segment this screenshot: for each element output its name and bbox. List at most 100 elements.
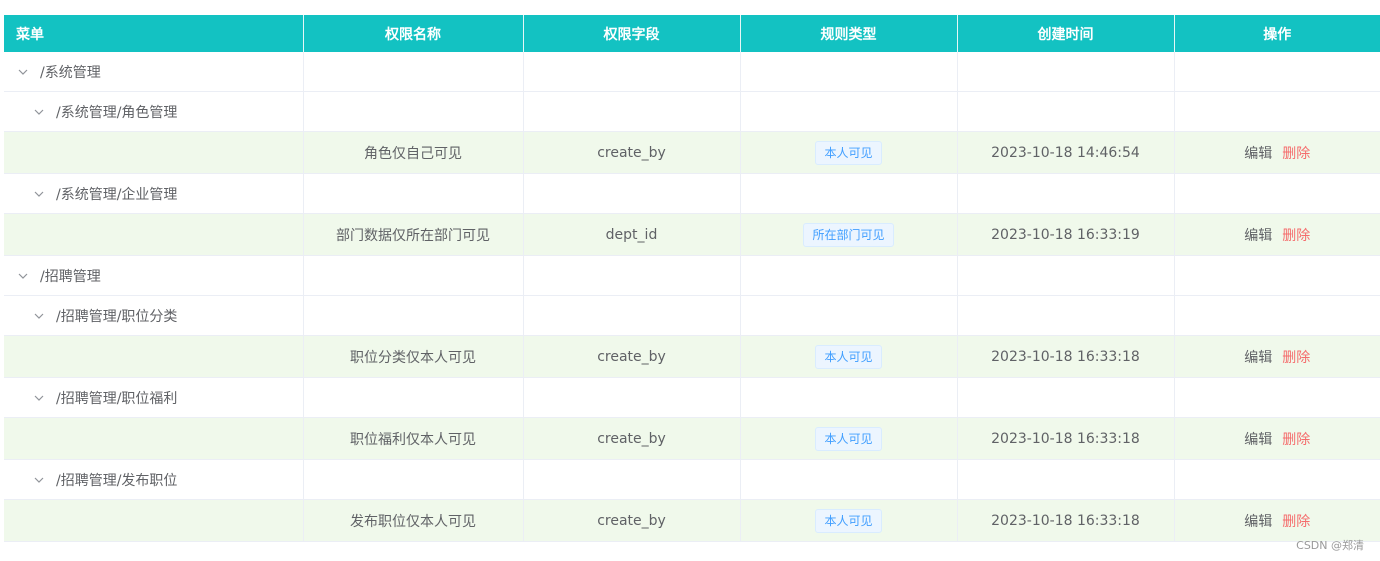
empty-cell bbox=[740, 377, 958, 418]
table-row[interactable]: /招聘管理/发布职位 bbox=[4, 459, 1380, 500]
empty-cell bbox=[957, 52, 1175, 92]
empty-cell bbox=[303, 295, 524, 336]
table-row[interactable]: /招聘管理/职位分类 bbox=[4, 295, 1380, 336]
table-row[interactable]: /系统管理/企业管理 bbox=[4, 173, 1380, 214]
permission-field: create_by bbox=[523, 131, 741, 174]
created-time: 2023-10-18 16:33:18 bbox=[957, 417, 1175, 460]
menu-path: /招聘管理 bbox=[40, 268, 101, 285]
table-row[interactable]: 角色仅自己可见 create_by 本人可见 2023-10-18 14:46:54 编… bbox=[4, 131, 1380, 174]
action-cell: 编辑 删除 bbox=[1174, 131, 1380, 174]
empty-cell bbox=[740, 459, 958, 500]
menu-cell: /招聘管理/职位福利 bbox=[4, 377, 304, 418]
edit-button[interactable]: 编辑 bbox=[1244, 146, 1272, 162]
chevron-down-icon[interactable] bbox=[32, 391, 46, 405]
empty-cell bbox=[1174, 459, 1380, 500]
permission-field: dept_id bbox=[523, 213, 741, 256]
chevron-down-icon[interactable] bbox=[32, 309, 46, 323]
empty-cell bbox=[1174, 52, 1380, 92]
edit-button[interactable]: 编辑 bbox=[1244, 432, 1272, 448]
menu-path: /系统管理/企业管理 bbox=[56, 186, 178, 203]
chevron-down-icon[interactable] bbox=[32, 473, 46, 487]
menu-cell: /招聘管理/发布职位 bbox=[4, 459, 304, 500]
chevron-down-icon[interactable] bbox=[16, 269, 30, 283]
menu-cell: /系统管理/企业管理 bbox=[4, 173, 304, 214]
empty-cell bbox=[303, 377, 524, 418]
empty-cell bbox=[957, 459, 1175, 500]
empty-cell bbox=[957, 173, 1175, 214]
rule-type-tag: 本人可见 bbox=[815, 140, 882, 165]
created-time: 2023-10-18 14:46:54 bbox=[957, 131, 1175, 174]
empty-cell bbox=[740, 52, 958, 92]
menu-cell: /招聘管理/职位分类 bbox=[4, 295, 304, 336]
col-header-menu[interactable]: 菜单 bbox=[4, 15, 304, 52]
delete-button[interactable]: 删除 bbox=[1282, 432, 1310, 448]
rule-type-tag: 所在部门可见 bbox=[803, 222, 894, 247]
table-row[interactable]: 发布职位仅本人可见 create_by 本人可见 2023-10-18 16:33:1… bbox=[4, 499, 1380, 542]
table-row[interactable]: /系统管理/角色管理 bbox=[4, 91, 1380, 132]
rule-type-cell: 所在部门可见 bbox=[740, 213, 958, 256]
watermark: CSDN @郑清 bbox=[1296, 539, 1364, 552]
rule-type-cell: 本人可见 bbox=[740, 417, 958, 460]
chevron-down-icon[interactable] bbox=[16, 65, 30, 79]
edit-button[interactable]: 编辑 bbox=[1244, 514, 1272, 530]
action-cell: 编辑 删除 bbox=[1174, 213, 1380, 256]
chevron-down-icon[interactable] bbox=[32, 187, 46, 201]
action-cell: 编辑 删除 bbox=[1174, 499, 1380, 542]
table-row[interactable]: /系统管理 bbox=[4, 52, 1380, 92]
table-row[interactable]: 部门数据仅所在部门可见 dept_id 所在部门可见 2023-10-18 16:33… bbox=[4, 213, 1380, 256]
empty-cell bbox=[523, 52, 741, 92]
empty-cell bbox=[523, 173, 741, 214]
empty-cell bbox=[1174, 295, 1380, 336]
menu-cell bbox=[4, 213, 304, 256]
created-time: 2023-10-18 16:33:18 bbox=[957, 335, 1175, 378]
empty-cell bbox=[303, 91, 524, 132]
menu-cell bbox=[4, 335, 304, 378]
menu-cell bbox=[4, 499, 304, 542]
rule-type-tag: 本人可见 bbox=[815, 426, 882, 451]
permission-table: 菜单 权限名称 权限字段 规则类型 创建时间 操作 /系统管理/系统管理/角色管… bbox=[4, 15, 1380, 542]
rule-type-tag: 本人可见 bbox=[815, 344, 882, 369]
empty-cell bbox=[1174, 173, 1380, 214]
empty-cell bbox=[523, 255, 741, 296]
rule-type-cell: 本人可见 bbox=[740, 499, 958, 542]
col-header-action[interactable]: 操作 bbox=[1174, 15, 1380, 52]
table-row[interactable]: /招聘管理 bbox=[4, 255, 1380, 296]
chevron-down-icon[interactable] bbox=[32, 105, 46, 119]
col-header-time[interactable]: 创建时间 bbox=[957, 15, 1175, 52]
col-header-type[interactable]: 规则类型 bbox=[740, 15, 958, 52]
empty-cell bbox=[957, 295, 1175, 336]
table-row[interactable]: /招聘管理/职位福利 bbox=[4, 377, 1380, 418]
delete-button[interactable]: 删除 bbox=[1282, 228, 1310, 244]
menu-cell bbox=[4, 417, 304, 460]
empty-cell bbox=[523, 377, 741, 418]
rule-type-cell: 本人可见 bbox=[740, 131, 958, 174]
permission-field: create_by bbox=[523, 499, 741, 542]
empty-cell bbox=[303, 255, 524, 296]
permission-name: 职位福利仅本人可见 bbox=[303, 417, 524, 460]
delete-button[interactable]: 删除 bbox=[1282, 350, 1310, 366]
empty-cell bbox=[303, 52, 524, 92]
permission-field: create_by bbox=[523, 335, 741, 378]
menu-cell bbox=[4, 131, 304, 174]
menu-path: /招聘管理/职位分类 bbox=[56, 308, 178, 325]
edit-button[interactable]: 编辑 bbox=[1244, 228, 1272, 244]
empty-cell bbox=[523, 91, 741, 132]
empty-cell bbox=[1174, 255, 1380, 296]
delete-button[interactable]: 删除 bbox=[1282, 146, 1310, 162]
edit-button[interactable]: 编辑 bbox=[1244, 350, 1272, 366]
empty-cell bbox=[1174, 377, 1380, 418]
menu-cell: /招聘管理 bbox=[4, 255, 304, 296]
empty-cell bbox=[740, 295, 958, 336]
col-header-name[interactable]: 权限名称 bbox=[303, 15, 524, 52]
empty-cell bbox=[957, 91, 1175, 132]
col-header-field[interactable]: 权限字段 bbox=[523, 15, 741, 52]
empty-cell bbox=[957, 377, 1175, 418]
permission-name: 角色仅自己可见 bbox=[303, 131, 524, 174]
table-row[interactable]: 职位福利仅本人可见 create_by 本人可见 2023-10-18 16:33:1… bbox=[4, 417, 1380, 460]
table-row[interactable]: 职位分类仅本人可见 create_by 本人可见 2023-10-18 16:33:1… bbox=[4, 335, 1380, 378]
delete-button[interactable]: 删除 bbox=[1282, 514, 1310, 530]
rule-type-cell: 本人可见 bbox=[740, 335, 958, 378]
menu-path: /招聘管理/发布职位 bbox=[56, 472, 178, 489]
empty-cell bbox=[303, 459, 524, 500]
action-cell: 编辑 删除 bbox=[1174, 417, 1380, 460]
